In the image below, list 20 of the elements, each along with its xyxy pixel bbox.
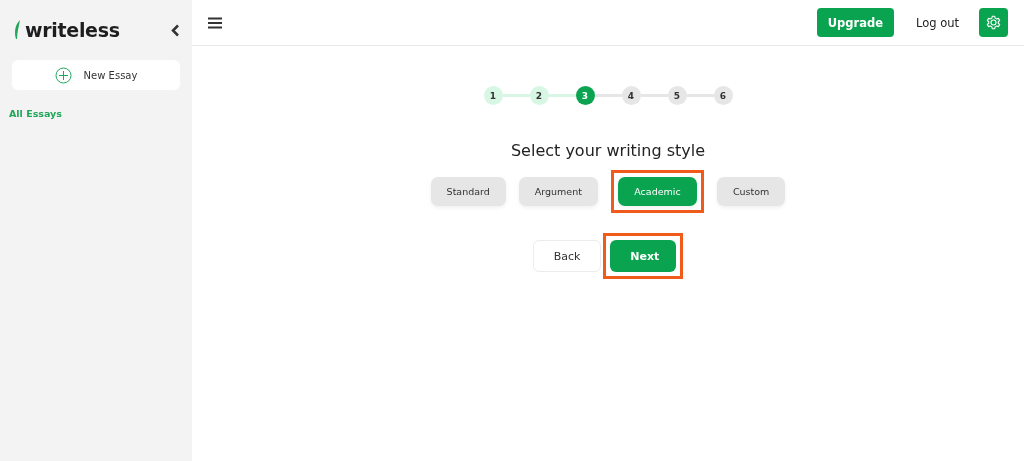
- feather-icon: [14, 20, 22, 40]
- style-option[interactable]: Standard: [430, 177, 506, 206]
- style-option[interactable]: Argument: [518, 177, 598, 206]
- step-indicator: 6: [713, 86, 733, 105]
- settings-button[interactable]: [979, 8, 1008, 37]
- new-essay-button[interactable]: New Essay: [12, 60, 180, 90]
- step-indicator: 2: [529, 86, 549, 105]
- style-option[interactable]: Custom: [716, 177, 786, 206]
- menu-icon[interactable]: [208, 16, 222, 29]
- logo-text: writeless: [25, 19, 120, 41]
- plus-circle-icon: [54, 66, 72, 84]
- settings-icon: [986, 15, 1001, 30]
- step-indicator: 4: [621, 86, 641, 105]
- collapse-chevron-icon[interactable]: [171, 23, 180, 37]
- step-indicator: 3: [575, 86, 595, 105]
- page-title: Select your writing style: [510, 141, 706, 160]
- back-button[interactable]: Back: [532, 240, 602, 272]
- step-indicator: 1: [483, 86, 503, 105]
- step-indicator: 5: [667, 86, 687, 105]
- logout-link[interactable]: Log out: [909, 14, 965, 31]
